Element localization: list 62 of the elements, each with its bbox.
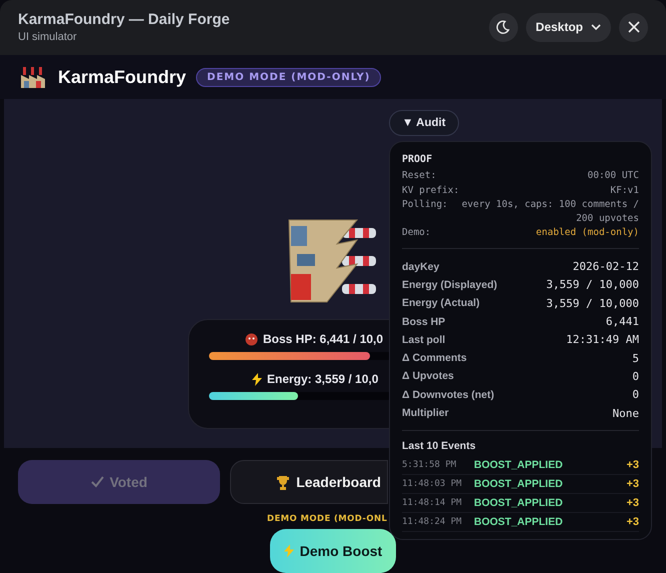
event-type: BOOST_APPLIED [474,459,564,472]
moon-icon [495,19,512,36]
close-icon [626,20,640,34]
checkmark-icon [90,476,104,488]
brand-name: KarmaFoundry [58,66,186,88]
leaderboard-button[interactable]: Leaderboard [230,460,388,504]
audit-value: 12:31:49 AM [566,333,639,346]
event-delta: +3 [626,497,639,510]
trophy-icon [276,474,290,490]
proof-title: PROOF [402,154,434,165]
close-button[interactable] [619,12,648,42]
audit-toggle-button[interactable]: ▼ Audit [389,110,459,136]
event-type: BOOST_APPLIED [474,497,564,510]
proof-value: every 10s, caps: 100 comments / 200 upvotes [461,198,639,225]
audit-label: Δ Upvotes [402,370,454,382]
chevron-down-icon [591,24,601,31]
demo-mode-label: DEMO MODE (MOD-ONL [267,514,388,524]
demon-face-icon [245,332,258,346]
audit-value: 0 [632,388,639,402]
proof-value: enabled (mod-only) [536,226,639,240]
audit-label: Energy (Displayed) [402,278,498,291]
event-time: 5:31:58 PM [402,460,458,470]
proof-label: Reset: [402,169,436,182]
proof-label: Polling: [402,198,448,212]
lightning-icon [284,544,294,558]
stat-label: Energy: 3,559 / 10,0 [267,372,378,386]
audit-value: 3,559 / 10,000 [546,278,639,292]
audit-value: 3,559 / 10,000 [546,296,639,310]
audit-label: Multiplier [402,407,449,420]
audit-label: Δ Comments [402,352,467,364]
audit-label: Δ Downvotes (net) [402,388,494,401]
device-dropdown[interactable]: Desktop [526,12,611,42]
event-delta: +3 [626,478,639,490]
mode-badge: DEMO MODE (MOD-ONLY) [196,68,382,87]
lightning-icon [252,372,262,386]
event-type: BOOST_APPLIED [474,516,564,528]
audit-value: 6,441 [606,315,639,328]
event-time: 11:48:03 PM [402,479,463,490]
audit-label: Last poll [402,334,446,346]
audit-value: 0 [632,370,639,383]
proof-label: Demo: [402,226,431,240]
event-time: 11:48:24 PM [402,517,463,528]
event-delta: +3 [626,459,639,472]
proof-label: KV prefix: [402,184,460,197]
proof-value: 00:00 UTC [588,169,639,182]
events-title: Last 10 Events [402,440,477,452]
theme-toggle-button[interactable] [488,12,518,42]
factory-icon [20,65,46,90]
window-title: KarmaFoundry — Daily Forge [18,11,230,28]
audit-value: 2026-02-12 [572,260,639,274]
audit-label: Boss HP [402,316,446,328]
stat-label: Boss HP: 6,441 / 10,0 [263,332,384,346]
window-subtitle: UI simulator [18,31,78,44]
audit-value: None [612,406,639,420]
audit-value: 5 [632,352,639,365]
event-time: 11:48:14 PM [402,498,463,508]
event-delta: +3 [626,516,639,528]
audit-label: dayKey [402,260,440,273]
audit-label: Energy (Actual) [402,297,480,310]
demo-boost-button[interactable]: Demo Boost [270,529,396,573]
proof-value: KF:v1 [610,184,639,197]
event-type: BOOST_APPLIED [474,478,564,490]
